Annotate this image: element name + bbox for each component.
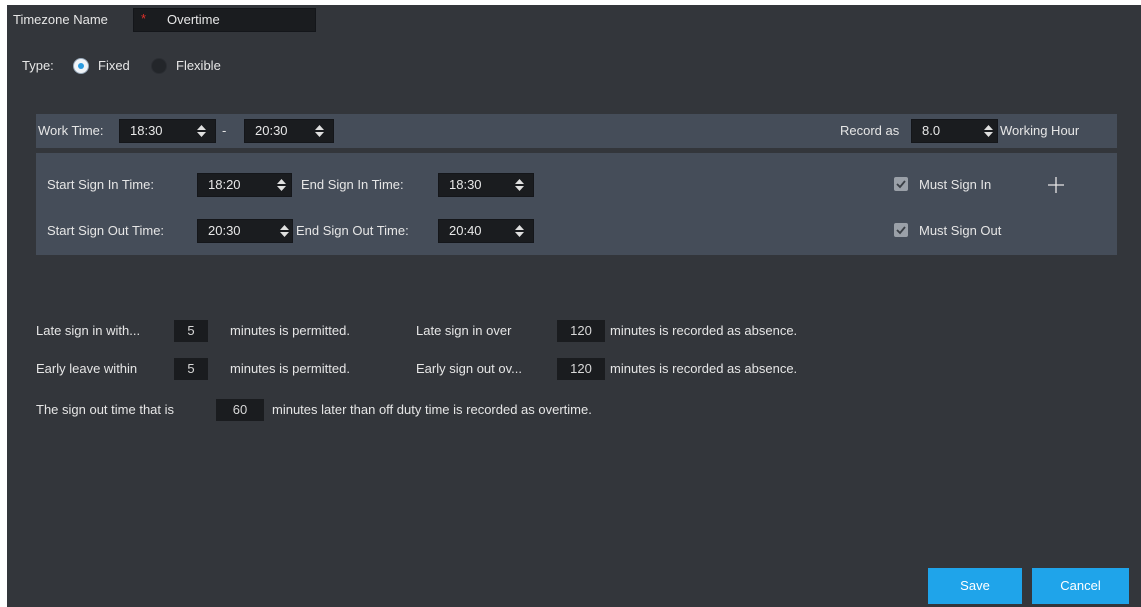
sign-time-section: Start Sign In Time: 18:20 End Sign In Ti…: [36, 153, 1117, 255]
work-time-bar: Work Time: 18:30 - 20:30 Record as 8.0 W…: [36, 114, 1117, 148]
radio-fixed[interactable]: [73, 58, 89, 74]
timezone-name-label: Timezone Name: [13, 12, 108, 27]
early-over-label: Early sign out ov...: [416, 361, 522, 376]
start-sign-in-value: 18:20: [208, 177, 241, 192]
must-sign-out-label[interactable]: Must Sign Out: [919, 220, 1001, 242]
must-sign-in-label[interactable]: Must Sign In: [919, 174, 991, 196]
start-sign-in-stepper[interactable]: 18:20: [197, 173, 292, 197]
timezone-name-value: Overtime: [167, 12, 220, 27]
work-time-label: Work Time:: [38, 123, 104, 138]
end-sign-out-value: 20:40: [449, 223, 482, 238]
type-label: Type:: [22, 58, 54, 73]
start-sign-out-value: 20:30: [208, 223, 241, 238]
end-sign-in-value: 18:30: [449, 177, 482, 192]
overtime-prefix: The sign out time that is: [36, 402, 175, 417]
late-over-suffix: minutes is recorded as absence.: [610, 323, 798, 338]
work-time-end-stepper[interactable]: 20:30: [244, 119, 334, 143]
plus-icon[interactable]: [1047, 176, 1065, 194]
spin-arrows-icon[interactable]: [984, 120, 994, 142]
record-hours-value: 8.0: [922, 123, 941, 138]
late-over-input[interactable]: 120: [557, 320, 605, 342]
timezone-name-input[interactable]: * Overtime: [133, 8, 316, 32]
required-marker: *: [141, 11, 147, 26]
late-sign-in-input[interactable]: 5: [174, 320, 208, 342]
must-sign-in-checkbox[interactable]: [894, 177, 908, 191]
spin-arrows-icon[interactable]: [280, 220, 290, 242]
spin-arrows-icon[interactable]: [315, 120, 325, 142]
radio-flexible[interactable]: [151, 58, 167, 74]
start-sign-in-label: Start Sign In Time:: [47, 177, 154, 192]
record-as-label: Record as: [840, 123, 900, 138]
start-sign-out-label: Start Sign Out Time:: [47, 223, 165, 238]
spin-arrows-icon[interactable]: [277, 174, 287, 196]
overtime-input[interactable]: 60: [216, 399, 264, 421]
early-leave-label: Early leave within: [36, 361, 138, 376]
end-sign-in-label: End Sign In Time:: [301, 177, 404, 192]
working-hour-unit: Working Hour: [1000, 123, 1080, 138]
early-leave-input[interactable]: 5: [174, 358, 208, 380]
spin-arrows-icon[interactable]: [197, 120, 207, 142]
spin-arrows-icon[interactable]: [515, 220, 525, 242]
work-time-start-stepper[interactable]: 18:30: [119, 119, 216, 143]
overtime-timezone-panel: Timezone Name * Overtime Type: Fixed Fle…: [7, 5, 1141, 607]
late-sign-in-suffix: minutes is permitted.: [230, 323, 350, 338]
end-sign-out-label: End Sign Out Time:: [296, 223, 409, 238]
early-leave-suffix: minutes is permitted.: [230, 361, 350, 376]
overtime-suffix: minutes later than off duty time is reco…: [272, 402, 592, 417]
late-sign-in-label: Late sign in with...: [36, 323, 141, 338]
early-over-input[interactable]: 120: [557, 358, 605, 380]
early-over-suffix: minutes is recorded as absence.: [610, 361, 798, 376]
must-sign-out-checkbox[interactable]: [894, 223, 908, 237]
radio-fixed-label[interactable]: Fixed: [98, 55, 130, 77]
end-sign-out-stepper[interactable]: 20:40: [438, 219, 534, 243]
save-button[interactable]: Save: [928, 568, 1022, 604]
work-time-end-value: 20:30: [255, 123, 288, 138]
end-sign-in-stepper[interactable]: 18:30: [438, 173, 534, 197]
radio-flexible-label[interactable]: Flexible: [176, 55, 221, 77]
cancel-button[interactable]: Cancel: [1032, 568, 1129, 604]
work-time-separator: -: [222, 123, 227, 138]
late-over-label: Late sign in over: [416, 323, 512, 338]
record-hours-stepper[interactable]: 8.0: [911, 119, 998, 143]
spin-arrows-icon[interactable]: [515, 174, 525, 196]
start-sign-out-stepper[interactable]: 20:30: [197, 219, 293, 243]
work-time-start-value: 18:30: [130, 123, 163, 138]
